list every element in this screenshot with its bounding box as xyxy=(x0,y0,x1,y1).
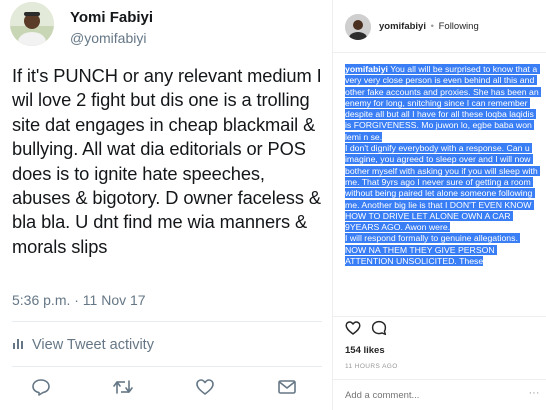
like-button[interactable] xyxy=(192,374,218,400)
activity-label: View Tweet activity xyxy=(32,337,154,353)
comment-input[interactable] xyxy=(345,388,515,402)
divider xyxy=(12,366,322,367)
post-caption: yomifabiyi You all will be surprised to … xyxy=(345,64,541,313)
comment-button[interactable] xyxy=(371,320,387,336)
bar-chart-icon xyxy=(12,337,24,353)
divider xyxy=(333,52,546,53)
reply-icon xyxy=(32,379,50,396)
retweet-icon xyxy=(113,380,133,394)
heart-icon xyxy=(196,379,214,395)
post-username[interactable]: yomifabiyi xyxy=(379,21,426,32)
post-time-ago[interactable]: 11 HOURS AGO xyxy=(345,363,398,370)
tweet-action-bar xyxy=(0,374,330,400)
divider xyxy=(333,316,546,317)
post-action-bar xyxy=(345,320,387,336)
post-header: yomifabiyi • Following xyxy=(379,21,479,32)
avatar-image xyxy=(10,2,54,46)
direct-message-button[interactable] xyxy=(274,374,300,400)
instagram-post: yomifabiyi • Following yomifabiyi You al… xyxy=(332,0,546,410)
divider xyxy=(12,321,322,322)
heart-outline-icon xyxy=(345,321,361,335)
caption-username[interactable]: yomifabiyi xyxy=(345,64,388,74)
comment-icon xyxy=(371,320,387,336)
envelope-icon xyxy=(278,380,296,394)
tweet-timestamp[interactable]: 5:36 p.m. · 11 Nov 17 xyxy=(12,292,146,308)
author-avatar[interactable] xyxy=(10,2,54,46)
profile-avatar[interactable] xyxy=(345,14,371,40)
tweet-card: Yomi Fabiyi @yomifabiyi If it's PUNCH or… xyxy=(0,0,330,410)
reply-button[interactable] xyxy=(28,374,54,400)
retweet-button[interactable] xyxy=(110,374,136,400)
view-tweet-activity-link[interactable]: View Tweet activity xyxy=(12,336,154,354)
author-handle[interactable]: @yomifabiyi xyxy=(70,30,146,46)
avatar-image xyxy=(345,14,371,40)
author-name[interactable]: Yomi Fabiyi xyxy=(70,9,153,26)
like-button[interactable] xyxy=(345,320,361,336)
divider xyxy=(333,379,546,380)
following-button[interactable]: Following xyxy=(439,21,479,32)
more-options-button[interactable]: ··· xyxy=(527,386,541,400)
caption-text: You all will be surprised to know that a… xyxy=(345,64,539,267)
likes-count[interactable]: 154 likes xyxy=(345,345,385,356)
tweet-text: If it's PUNCH or any relevant medium I w… xyxy=(12,65,322,257)
separator-dot: • xyxy=(430,21,434,32)
